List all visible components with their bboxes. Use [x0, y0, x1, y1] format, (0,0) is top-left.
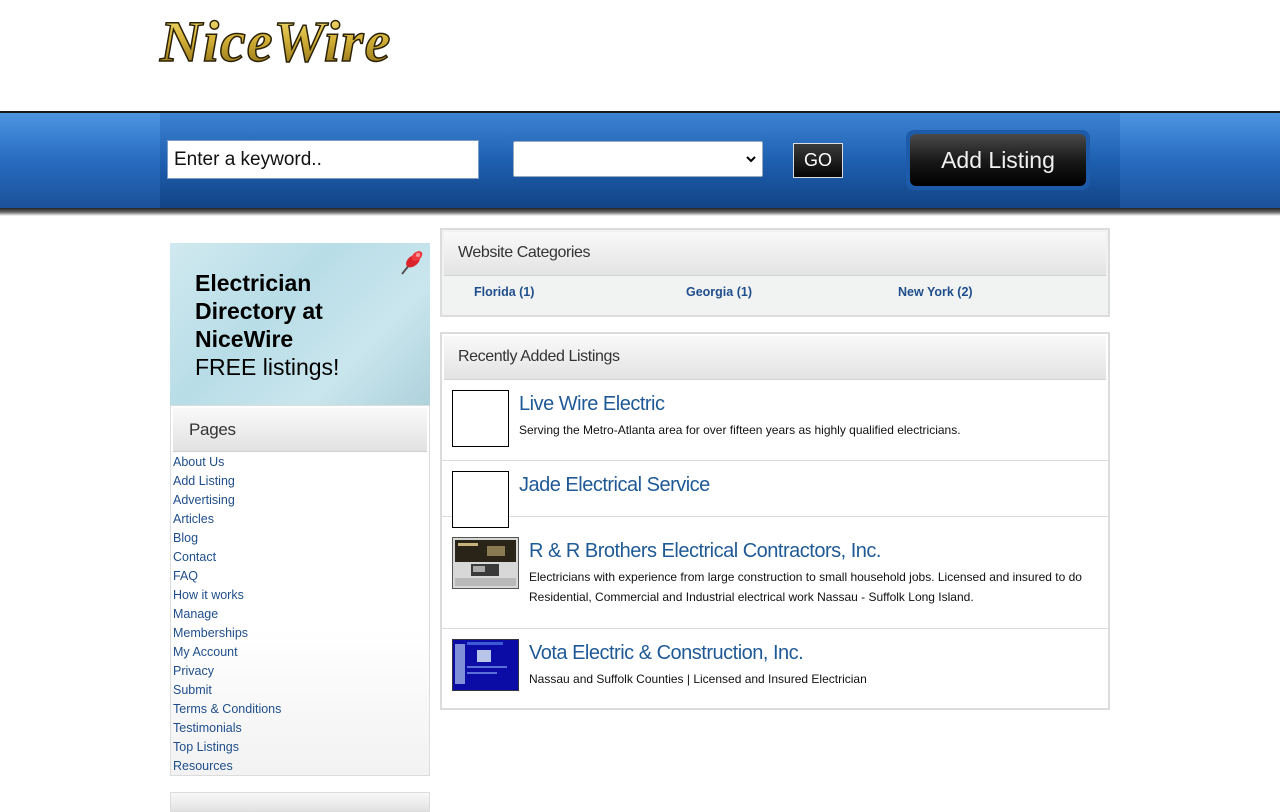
site-logo-outline: NiceWire	[159, 9, 392, 74]
list-item: Terms & Conditions	[173, 700, 281, 719]
list-item: Privacy	[173, 662, 281, 681]
listing-description: Serving the Metro-Atlanta area for over …	[519, 423, 961, 437]
page-link-top-listings[interactable]: Top Listings	[173, 740, 239, 754]
promo-line-1: Electrician	[195, 270, 312, 296]
listing-description: Nassau and Suffolk Counties | Licensed a…	[529, 672, 867, 686]
category-link-georgia[interactable]: Georgia (1)	[686, 285, 752, 299]
add-listing-button[interactable]: Add Listing	[906, 130, 1090, 190]
page-link-about-us[interactable]: About Us	[173, 455, 224, 469]
list-item: Manage	[173, 605, 281, 624]
list-item: How it works	[173, 586, 281, 605]
page-link-articles[interactable]: Articles	[173, 512, 214, 526]
page-link-resources[interactable]: Resources	[173, 759, 233, 773]
promo-banner[interactable]: Electrician Directory at NiceWire FREE l…	[170, 243, 430, 405]
page-link-memberships[interactable]: Memberships	[173, 626, 248, 640]
category-select[interactable]	[513, 141, 763, 177]
promo-line-2: Directory at	[195, 298, 323, 324]
list-item: Jade Electrical Service	[442, 461, 1108, 528]
listing-thumbnail[interactable]	[452, 537, 519, 589]
list-item: Add Listing	[173, 472, 281, 491]
category-link-new-york[interactable]: New York (2)	[898, 285, 973, 299]
categories-panel: Website Categories Florida (1) Georgia (…	[440, 228, 1110, 317]
list-item: Top Listings	[173, 738, 281, 757]
listing-title[interactable]: Vota Electric & Construction, Inc.	[529, 642, 804, 665]
listing-title[interactable]: Jade Electrical Service	[519, 474, 710, 497]
list-item: Live Wire Electric Serving the Metro-Atl…	[442, 380, 1108, 461]
listing-thumbnail[interactable]	[452, 639, 519, 691]
page-link-my-account[interactable]: My Account	[173, 645, 238, 659]
chevron-down-icon	[746, 156, 756, 163]
categories-panel-title: Website Categories	[444, 232, 1106, 276]
list-item: Resources	[173, 757, 281, 776]
list-item: About Us	[173, 453, 281, 472]
list-item: R & R Brothers Electrical Contractors, I…	[442, 517, 1108, 629]
pushpin-icon	[401, 251, 423, 275]
listing-description: Electricians with experience from large …	[529, 570, 1082, 604]
list-item: My Account	[173, 643, 281, 662]
listing-title[interactable]: Live Wire Electric	[519, 393, 665, 416]
page-link-submit[interactable]: Submit	[173, 683, 212, 697]
add-listing-button-label: Add Listing	[910, 134, 1086, 186]
recent-listings-title: Recently Added Listings	[444, 336, 1106, 380]
page-link-manage[interactable]: Manage	[173, 607, 218, 621]
page-link-faq[interactable]: FAQ	[173, 569, 198, 583]
page-link-blog[interactable]: Blog	[173, 531, 198, 545]
recent-listings-panel: Recently Added Listings Live Wire Electr…	[440, 332, 1110, 710]
category-link-florida[interactable]: Florida (1)	[474, 285, 534, 299]
list-item: Memberships	[173, 624, 281, 643]
page-link-advertising[interactable]: Advertising	[173, 493, 235, 507]
keyword-input[interactable]	[167, 140, 479, 179]
listing-thumbnail[interactable]	[452, 390, 509, 447]
page-link-privacy[interactable]: Privacy	[173, 664, 214, 678]
site-header: NiceWire NiceWire	[0, 0, 1280, 112]
page-link-add-listing[interactable]: Add Listing	[173, 474, 235, 488]
list-item: Advertising	[173, 491, 281, 510]
list-item: Testimonials	[173, 719, 281, 738]
listing-title[interactable]: R & R Brothers Electrical Contractors, I…	[529, 540, 881, 563]
go-button[interactable]: GO	[793, 143, 843, 178]
page-link-terms[interactable]: Terms & Conditions	[173, 702, 281, 716]
promo-line-3: NiceWire	[195, 326, 294, 352]
list-item: Articles	[173, 510, 281, 529]
website-screenshot-icon	[453, 538, 518, 588]
list-item: Contact	[173, 548, 281, 567]
pages-panel-title: Pages	[173, 408, 427, 452]
promo-line-4: FREE listings!	[195, 354, 340, 380]
website-screenshot-icon	[453, 640, 518, 690]
list-item: Blog	[173, 529, 281, 548]
page-link-how-it-works[interactable]: How it works	[173, 588, 244, 602]
search-bar-shadow	[0, 208, 1280, 216]
list-item: Vota Electric & Construction, Inc. Nassa…	[442, 629, 1108, 708]
pages-panel: Pages About Us Add Listing Advertising A…	[170, 405, 430, 776]
sidebar-next-panel	[170, 792, 430, 812]
list-item: FAQ	[173, 567, 281, 586]
page-link-testimonials[interactable]: Testimonials	[173, 721, 242, 735]
page-link-contact[interactable]: Contact	[173, 550, 216, 564]
pages-list: About Us Add Listing Advertising Article…	[171, 453, 281, 776]
list-item: Submit	[173, 681, 281, 700]
